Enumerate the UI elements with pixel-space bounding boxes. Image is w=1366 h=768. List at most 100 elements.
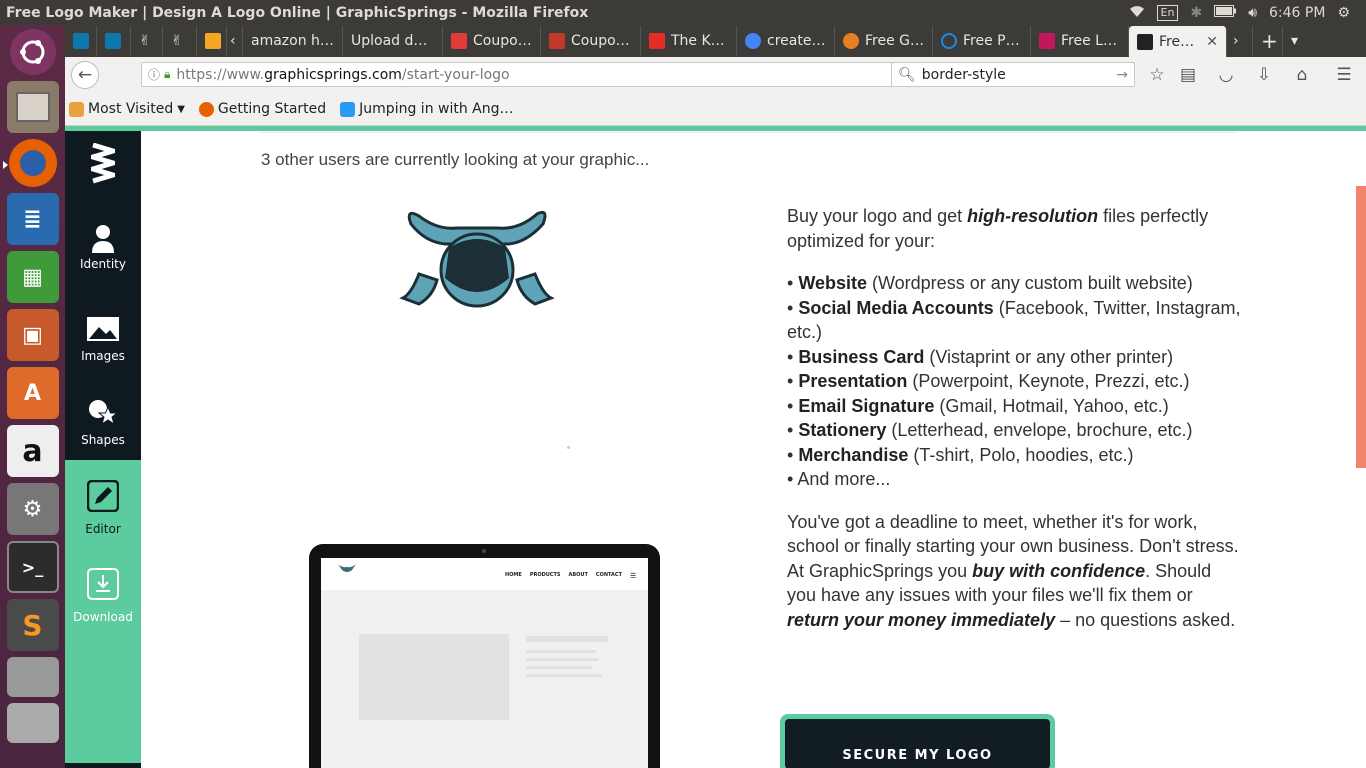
firefox-icon[interactable]	[2, 139, 57, 187]
files-icon[interactable]	[6, 81, 59, 133]
tab-google[interactable]: create…	[737, 26, 835, 56]
search-input[interactable]: border-style	[922, 67, 1006, 83]
menu-button[interactable]: ☰	[1330, 61, 1358, 89]
peace-hand-icon: ✌	[139, 33, 151, 49]
clock[interactable]: 6:46 PM	[1269, 5, 1325, 21]
amazon-icon[interactable]: a	[6, 425, 59, 477]
bookmarks-toolbar: Most Visited ▼ Getting Started Jumping i…	[65, 93, 1366, 126]
tab-amazon[interactable]: amazon h…	[243, 26, 343, 56]
feature-detail: And more...	[797, 469, 891, 489]
bookmark-star-button[interactable]: ☆	[1143, 61, 1171, 89]
edit-pencil-icon	[87, 480, 119, 512]
window-title: Free Logo Maker | Design A Logo Online |…	[6, 4, 589, 21]
tab-coupon-1[interactable]: Coupo…	[443, 26, 541, 56]
bull-logo-preview	[399, 210, 555, 308]
tab-peace-2[interactable]: ✌	[163, 26, 197, 56]
site-icon	[843, 33, 859, 49]
keyboard-layout-indicator[interactable]: En	[1156, 4, 1179, 21]
loading-icon	[941, 33, 957, 49]
mockup-text-line	[526, 658, 598, 661]
tab-peace[interactable]: ✌	[131, 26, 163, 56]
libreoffice-calc-icon[interactable]: ▦	[6, 251, 59, 303]
secure-my-logo-button[interactable]: SECURE MY LOGO	[780, 714, 1055, 768]
workspace-switcher-icon[interactable]	[6, 657, 59, 697]
sidebar-item-download[interactable]: Download	[65, 568, 141, 624]
bluetooth-icon[interactable]: ✱	[1190, 5, 1202, 21]
tab-label: Upload d…	[351, 33, 428, 49]
mockup-heading-line	[526, 636, 608, 642]
sidebar-item-editor[interactable]: Editor	[65, 480, 141, 536]
mockup-text-line	[526, 674, 602, 677]
tab-orange[interactable]	[197, 26, 227, 56]
url-path: /start-your-logo	[401, 66, 510, 83]
laptop-mockup: HOME PRODUCTS ABOUT CONTACT ☰	[309, 544, 660, 768]
tab-free-l[interactable]: Free L…	[1031, 26, 1129, 56]
list-item: • Stationery (Letterhead, envelope, broc…	[787, 420, 1193, 440]
feature-detail: (Powerpoint, Keynote, Prezzi, etc.)	[907, 371, 1190, 391]
wifi-icon[interactable]	[1129, 4, 1145, 22]
list-all-tabs-button[interactable]: ▾	[1283, 26, 1313, 56]
settings-gear-icon[interactable]: ⚙	[1337, 5, 1350, 21]
tab-coupon-2[interactable]: Coupo…	[541, 26, 641, 56]
arrow-right-icon[interactable]: →	[1116, 67, 1128, 83]
list-item: • Presentation (Powerpoint, Keynote, Pre…	[787, 371, 1190, 391]
libreoffice-impress-icon[interactable]: ▣	[6, 309, 59, 361]
feature-name: Business Card	[798, 346, 925, 367]
reading-list-button[interactable]: ▤	[1174, 61, 1202, 89]
tab-active-graphicsprings[interactable]: Fre… ✕	[1129, 26, 1227, 57]
tab-label: Free P…	[963, 33, 1020, 49]
terminal-icon[interactable]: >_	[6, 541, 59, 593]
chevron-down-icon: ▾	[1291, 33, 1299, 49]
tab-linkedin[interactable]	[65, 26, 97, 56]
home-button[interactable]: ⌂	[1288, 61, 1316, 89]
tab-scroll-right[interactable]: ›	[1227, 26, 1253, 56]
battery-icon[interactable]	[1214, 4, 1237, 21]
sidebar-item-label: Download	[73, 610, 133, 624]
deadline-paragraph: You've got a deadline to meet, whether i…	[787, 510, 1242, 633]
hamburger-icon: ☰	[629, 572, 637, 580]
info-icon[interactable]: ⓘ	[148, 66, 160, 83]
new-tab-button[interactable]: +	[1253, 26, 1283, 56]
page-scrollbar[interactable]	[1356, 186, 1366, 468]
search-box[interactable]: 🔍︎ border-style →	[891, 62, 1135, 87]
trash-icon[interactable]	[6, 703, 59, 743]
bookmark-angular[interactable]: Jumping in with Ang…	[340, 101, 514, 117]
tab-free-g[interactable]: Free G…	[835, 26, 933, 56]
close-tab-icon[interactable]: ✕	[1206, 34, 1218, 50]
hamburger-icon: ☰	[1336, 65, 1352, 85]
back-button[interactable]: ←	[71, 61, 99, 89]
bookmark-getting-started[interactable]: Getting Started	[198, 101, 326, 117]
sidebar-item-shapes[interactable]: Shapes	[65, 399, 141, 447]
sidebar-item-images[interactable]: Images	[65, 317, 141, 363]
tab-scroll-left[interactable]: ‹	[227, 26, 243, 56]
volume-icon[interactable]: 🔊︎	[1248, 5, 1257, 21]
feature-name: Stationery	[798, 420, 887, 440]
sublime-text-icon[interactable]: S	[6, 599, 59, 651]
sidebar-item-label: Editor	[85, 522, 121, 536]
graphicsprings-logo[interactable]	[65, 143, 141, 187]
system-settings-icon[interactable]: ⚙	[6, 483, 59, 535]
intro-text: Buy your logo and get	[787, 206, 968, 226]
orange-site-icon	[205, 33, 221, 49]
bookmark-most-visited[interactable]: Most Visited ▼	[69, 101, 185, 117]
libreoffice-writer-icon[interactable]: ≣	[6, 193, 59, 245]
system-top-panel: Free Logo Maker | Design A Logo Online |…	[0, 0, 1366, 25]
tab-youtube[interactable]: The K…	[641, 26, 737, 56]
tab-linkedin-2[interactable]	[97, 26, 131, 56]
sidebar-item-label: Identity	[80, 257, 126, 271]
coupon-site-icon	[549, 33, 565, 49]
tab-label: Free G…	[865, 33, 925, 49]
pocket-icon: ◡	[1218, 65, 1234, 85]
downloads-button[interactable]: ⇩	[1250, 61, 1278, 89]
software-center-icon[interactable]: A	[6, 367, 59, 419]
tab-free-p[interactable]: Free P…	[933, 26, 1031, 56]
pocket-button[interactable]: ◡	[1212, 61, 1240, 89]
star-icon: ☆	[1149, 65, 1165, 85]
tab-upload[interactable]: Upload d…	[343, 26, 443, 56]
ubuntu-dash-icon[interactable]	[9, 29, 56, 75]
ubuntu-launcher: ≣ ▦ ▣ A a ⚙ >_ S	[0, 25, 65, 768]
url-bar[interactable]: ⓘ 🔒︎ https://www. graphicsprings.com/star…	[141, 62, 959, 87]
mockup-nav-item: ABOUT	[568, 572, 588, 578]
sidebar-item-identity[interactable]: Identity	[65, 223, 141, 271]
mockup-nav: HOME PRODUCTS ABOUT CONTACT ☰	[505, 572, 636, 580]
